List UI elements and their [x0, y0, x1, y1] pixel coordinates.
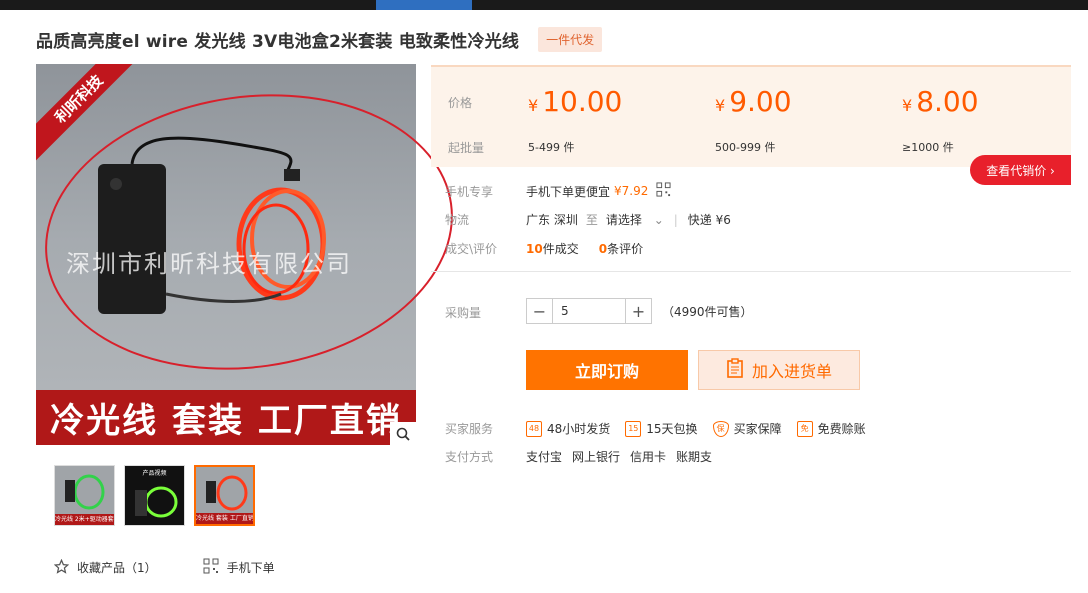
logistics-label: 物流: [445, 213, 470, 227]
clipboard-icon: [726, 358, 744, 382]
price-tier-3: ¥8.00 ≥1000 件: [902, 85, 979, 154]
title-row: 品质高亮度el wire 发光线 3V电池盒2米套装 电致柔性冷光线 一件代发: [36, 27, 603, 52]
payment-row: 支付方式 支付宝 网上银行 信用卡 账期支: [445, 448, 722, 465]
favorite-label: 收藏产品（1）: [77, 561, 157, 575]
add-to-cart-button[interactable]: 加入进货单: [698, 350, 860, 390]
shield-icon: 保: [712, 420, 729, 437]
qrcode-icon[interactable]: [656, 182, 671, 200]
thumbnail-caption: 产品视频: [142, 470, 167, 477]
add-to-cart-label: 加入进货单: [751, 362, 832, 381]
tier-price: 9.00: [729, 85, 792, 118]
reviews-count: 0: [598, 242, 608, 256]
nav-tab-active[interactable]: [376, 0, 472, 10]
currency-symbol: ¥: [528, 96, 539, 115]
buy-now-button[interactable]: 立即订购: [526, 350, 688, 390]
decrement-button[interactable]: −: [526, 298, 553, 324]
deals-count: 10: [526, 242, 543, 256]
increment-button[interactable]: +: [625, 298, 652, 324]
tier-price: 10.00: [542, 85, 623, 118]
tier-moq: ≥1000 件: [902, 141, 954, 154]
product-title: 品质高亮度el wire 发光线 3V电池盒2米套装 电致柔性冷光线: [36, 32, 520, 52]
moq-label: 起批量: [448, 141, 485, 155]
separator: |: [673, 212, 678, 227]
service-text: 48小时发货: [547, 422, 611, 436]
service-text: 买家保障: [733, 422, 782, 436]
thumbnail-3[interactable]: 冷光线 套装 工厂直销: [194, 465, 255, 526]
bottom-actions: 收藏产品（1） 手机下单: [53, 558, 321, 577]
mobile-price: ¥7.92: [614, 184, 649, 198]
payment-method: 信用卡: [630, 450, 667, 464]
top-nav-bar: [0, 0, 1088, 10]
mobile-order-label: 手机下单: [226, 561, 275, 575]
payment-label: 支付方式: [445, 450, 494, 464]
quantity-label: 采购量: [445, 306, 482, 320]
price-tier-1: ¥10.00 5-499 件: [528, 85, 623, 154]
payment-method: 支付宝: [526, 450, 563, 464]
quantity-stepper: − 5 + （4990件可售）: [526, 298, 753, 324]
48h-icon: 48: [526, 420, 542, 437]
price-label: 价格: [448, 96, 473, 110]
divider: [431, 271, 1071, 272]
quantity-label-row: 采购量: [445, 304, 526, 321]
star-icon: [53, 558, 70, 577]
favorite-action[interactable]: 收藏产品（1）: [53, 558, 157, 577]
thumbnail-list: 冷光线 2米+驱动器套装 产品视频 冷光线 套装 工厂直销: [54, 465, 255, 526]
logistics-to: 至: [585, 213, 598, 227]
reviews-row: 成交\评价 10件成交 0条评价: [445, 240, 643, 257]
stock-available: （4990件可售）: [662, 304, 753, 319]
reviews-label: 成交\评价: [445, 242, 498, 256]
chevron-down-icon: ⌄: [653, 213, 664, 227]
dropship-badge[interactable]: 一件代发: [538, 27, 603, 52]
qrcode-icon: [203, 558, 219, 577]
agent-price-button[interactable]: 查看代销价 ›: [970, 155, 1071, 185]
deals-text: 件成交: [542, 242, 579, 256]
service-credit[interactable]: 免免费赊账: [796, 420, 866, 437]
destination-select-label: 请选择: [605, 213, 642, 227]
payment-method: 账期支: [676, 450, 713, 464]
thumbnail-2[interactable]: 产品视频: [124, 465, 185, 526]
reviews-link[interactable]: 0条评价: [599, 240, 643, 257]
logistics-origin: 广东 深圳: [526, 213, 578, 227]
service-15-day[interactable]: 15 15天包换: [625, 420, 698, 437]
service-48h[interactable]: 48 48小时发货: [526, 420, 610, 437]
express-fee: 快递 ¥6: [687, 213, 731, 227]
payment-method: 网上银行: [572, 450, 621, 464]
services-label: 买家服务: [445, 422, 494, 436]
tier-price: 8.00: [916, 85, 979, 118]
image-banner: 冷光线 套装 工厂直销: [36, 390, 416, 445]
thumbnail-caption: 冷光线 套装 工厂直销: [196, 513, 253, 524]
mobile-order-action[interactable]: 手机下单: [203, 558, 275, 577]
quantity-input[interactable]: 5: [553, 298, 625, 324]
currency-symbol: ¥: [715, 96, 726, 115]
reviews-text: 条评价: [607, 242, 644, 256]
destination-select[interactable]: 请选择 ⌄: [606, 211, 664, 228]
services-row: 买家服务 48 48小时发货 15 15天包换 保买家保障 免免费赊账: [445, 420, 881, 437]
return-15-icon: 15: [625, 420, 642, 437]
zoom-icon[interactable]: [390, 422, 416, 445]
currency-symbol: ¥: [902, 96, 913, 115]
fee-icon: 免: [796, 420, 813, 437]
price-panel: 价格 起批量 ¥10.00 5-499 件 ¥9.00 500-999 件 ¥8…: [431, 65, 1071, 167]
tier-moq: 5-499 件: [528, 141, 575, 154]
thumbnail-caption: 冷光线 2米+驱动器套装: [55, 514, 114, 525]
mobile-exclusive-label: 手机专享: [445, 184, 494, 199]
mobile-exclusive-text: 手机下单更便宜: [526, 184, 611, 199]
service-guarantee[interactable]: 保买家保障: [712, 420, 782, 437]
logistics-row: 物流 广东 深圳 至 请选择 ⌄ | 快递 ¥6: [445, 211, 731, 228]
mobile-exclusive-row: 手机专享 手机下单更便宜 ¥7.92: [445, 182, 671, 200]
price-tier-2: ¥9.00 500-999 件: [715, 85, 792, 154]
deals-link[interactable]: 10件成交: [526, 240, 579, 257]
thumbnail-1[interactable]: 冷光线 2米+驱动器套装: [54, 465, 115, 526]
tier-moq: 500-999 件: [715, 141, 776, 154]
service-text: 免费赊账: [817, 422, 866, 436]
service-text: 15天包换: [646, 422, 698, 436]
